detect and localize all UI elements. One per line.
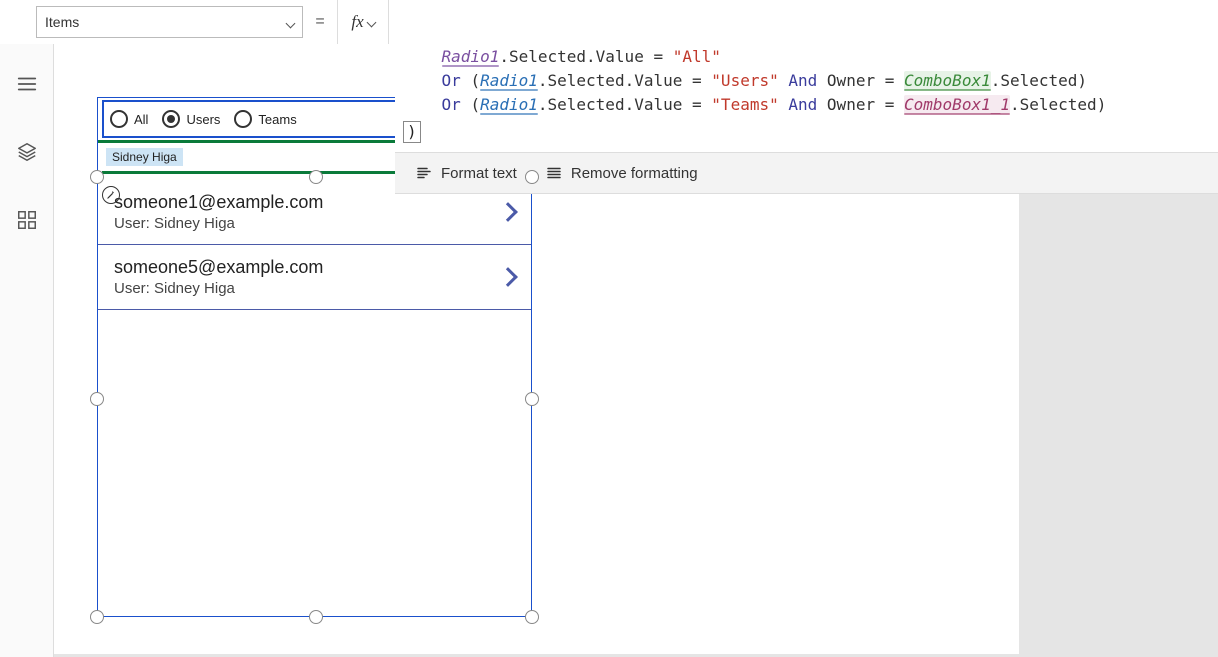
fx-icon: fx bbox=[351, 12, 363, 32]
formula-token: Radio1 bbox=[442, 47, 500, 66]
resize-handle[interactable] bbox=[309, 610, 323, 624]
radio-label: Users bbox=[186, 112, 220, 127]
formula-token: "Teams" bbox=[711, 95, 778, 114]
hamburger-icon[interactable] bbox=[13, 70, 41, 98]
formula-token: ComboBox1_1 bbox=[904, 95, 1010, 114]
resize-handle[interactable] bbox=[525, 392, 539, 406]
chevron-right-icon[interactable] bbox=[501, 270, 515, 284]
formula-format-toolbar: Format text Remove formatting bbox=[395, 152, 1218, 194]
edit-icon[interactable] bbox=[102, 186, 120, 204]
formula-token: "Users" bbox=[711, 71, 778, 90]
formula-token: Or bbox=[442, 95, 461, 114]
list-item-title: someone5@example.com bbox=[114, 257, 323, 278]
formula-editor[interactable] bbox=[389, 0, 1218, 44]
chevron-down-icon bbox=[368, 13, 375, 31]
equals-label: = bbox=[303, 0, 337, 44]
radio-option-teams[interactable]: Teams bbox=[234, 110, 296, 128]
format-text-label: Format text bbox=[441, 165, 517, 182]
list-item-subtitle: User: Sidney Higa bbox=[114, 280, 323, 297]
formula-token: .Selected.Value bbox=[499, 47, 644, 66]
format-text-button[interactable]: Format text bbox=[415, 164, 517, 182]
formula-token: Radio1 bbox=[480, 95, 538, 114]
resize-handle[interactable] bbox=[525, 610, 539, 624]
property-dropdown[interactable]: Items bbox=[36, 6, 303, 38]
radio-option-users[interactable]: Users bbox=[162, 110, 220, 128]
formula-token: Owner bbox=[827, 71, 875, 90]
list-item-title: someone1@example.com bbox=[114, 192, 323, 213]
resize-handle[interactable] bbox=[90, 170, 104, 184]
format-text-icon bbox=[415, 164, 433, 182]
radio-label: All bbox=[134, 112, 148, 127]
formula-token: And bbox=[788, 71, 817, 90]
left-rail bbox=[0, 44, 54, 657]
radio-label: Teams bbox=[258, 112, 296, 127]
chevron-down-icon bbox=[287, 14, 294, 30]
remove-formatting-label: Remove formatting bbox=[571, 165, 698, 182]
list-item[interactable]: someone5@example.com User: Sidney Higa bbox=[98, 245, 531, 310]
chevron-right-icon[interactable] bbox=[501, 205, 515, 219]
formula-token: Radio1 bbox=[480, 71, 538, 90]
formula-token: "All" bbox=[673, 47, 721, 66]
formula-token: Or bbox=[442, 71, 461, 90]
combobox-chip[interactable]: Sidney Higa bbox=[106, 148, 183, 166]
remove-formatting-button[interactable]: Remove formatting bbox=[545, 164, 698, 182]
radio-circle-icon bbox=[234, 110, 252, 128]
paren-close-icon: ) bbox=[403, 121, 421, 143]
formula-token: And bbox=[788, 95, 817, 114]
formula-token: ComboBox1 bbox=[904, 71, 991, 90]
resize-handle[interactable] bbox=[90, 392, 104, 406]
list-item-subtitle: User: Sidney Higa bbox=[114, 215, 323, 232]
radio-circle-icon bbox=[162, 110, 180, 128]
radio-option-all[interactable]: All bbox=[110, 110, 148, 128]
remove-formatting-icon bbox=[545, 164, 563, 182]
resize-handle[interactable] bbox=[90, 610, 104, 624]
resize-handle[interactable] bbox=[525, 170, 539, 184]
property-dropdown-value: Items bbox=[45, 14, 79, 30]
radio-circle-icon bbox=[110, 110, 128, 128]
property-formula-bar: Items = fx bbox=[0, 0, 1218, 44]
fx-dropdown[interactable]: fx bbox=[337, 0, 389, 44]
formula-token: Owner bbox=[827, 95, 875, 114]
resize-handle[interactable] bbox=[309, 170, 323, 184]
layers-icon[interactable] bbox=[13, 138, 41, 166]
components-icon[interactable] bbox=[13, 206, 41, 234]
gallery-items: someone1@example.com User: Sidney Higa s… bbox=[98, 180, 531, 310]
